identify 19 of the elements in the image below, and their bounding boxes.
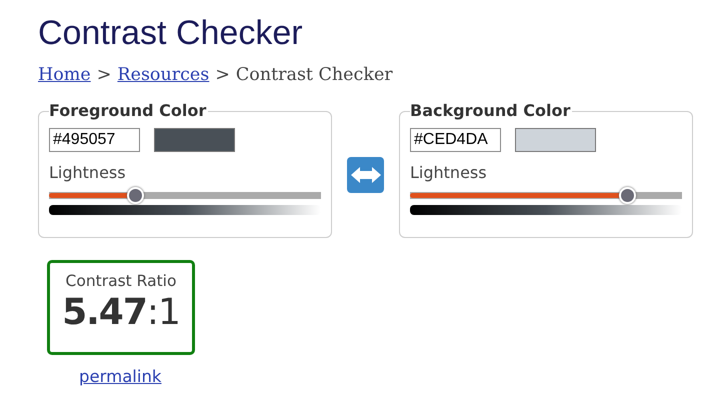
slider-thumb[interactable] bbox=[127, 187, 144, 204]
breadcrumb-current: Contrast Checker bbox=[236, 65, 393, 85]
breadcrumb-separator: > bbox=[96, 65, 112, 85]
result-label: Contrast Ratio bbox=[66, 272, 176, 290]
slider-label: Lightness bbox=[49, 163, 127, 182]
hex-input-field[interactable]: #CED4DA bbox=[410, 128, 501, 152]
double-arrow-icon bbox=[350, 166, 380, 184]
contrast-ratio: 5.47:1 bbox=[62, 292, 180, 333]
hex-input-field[interactable]: #495057 bbox=[49, 128, 140, 152]
breadcrumb-link[interactable]: Home bbox=[38, 65, 91, 85]
breadcrumb-link[interactable]: Resources bbox=[117, 65, 210, 85]
panel-legend: Background Color bbox=[410, 101, 572, 120]
permalink-link[interactable]: permalink bbox=[79, 367, 162, 386]
page-title: Contrast Checker bbox=[38, 14, 304, 53]
swap-button[interactable] bbox=[347, 156, 384, 192]
slider-thumb[interactable] bbox=[618, 187, 636, 204]
slider-label: Lightness bbox=[410, 163, 488, 182]
panel-legend: Foreground Color bbox=[49, 101, 208, 120]
breadcrumb-separator: > bbox=[215, 65, 230, 85]
